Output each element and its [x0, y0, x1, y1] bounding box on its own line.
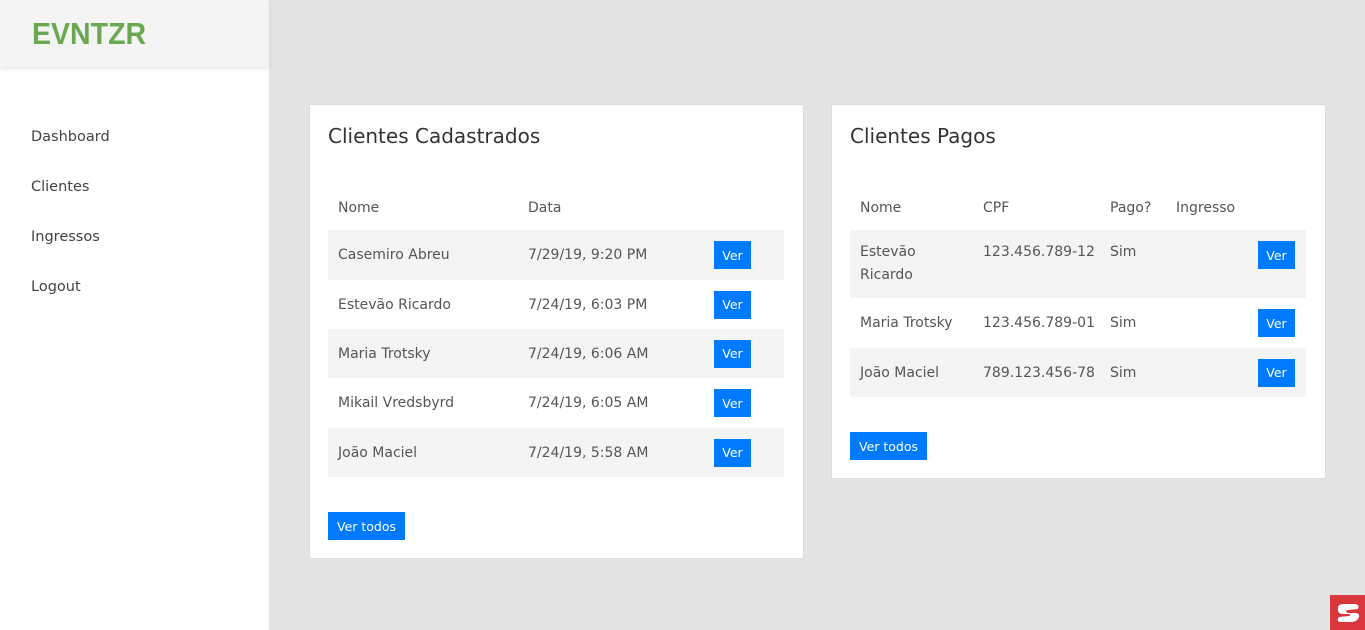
column-header-action: [704, 186, 784, 230]
column-header-action: [1246, 186, 1306, 230]
cell-pago: Sim: [1110, 244, 1137, 260]
cell-action: Ver: [704, 428, 784, 477]
ver-button[interactable]: Ver: [714, 339, 751, 368]
cell-action: Ver: [1246, 298, 1306, 348]
cell-data: 7/24/19, 5:58 AM: [528, 444, 649, 461]
column-header-cpf: CPF: [983, 200, 1010, 216]
cell-nome: Estevão Ricardo: [850, 230, 973, 298]
cell-nome: João Maciel: [338, 444, 418, 461]
cell-nome: Mikail Vredsbyrd: [338, 395, 455, 411]
table-row: Mikail Vredsbyrd 7/24/19, 6:05 AM Ver: [328, 378, 784, 428]
ver-button[interactable]: Ver: [714, 290, 751, 319]
cell-nome: Maria Trotsky: [860, 315, 953, 331]
cell-action: Ver: [704, 329, 784, 378]
cell-action: Ver: [1246, 230, 1306, 298]
cell-pago: Sim: [1110, 364, 1137, 381]
cell-nome: Maria Trotsky: [338, 345, 431, 362]
ver-todos-button[interactable]: Ver todos: [328, 512, 405, 540]
ver-button[interactable]: Ver: [714, 241, 751, 269]
table-row: Estevão Ricardo 7/24/19, 6:03 PM Ver: [328, 280, 784, 329]
column-header-nome: Nome: [338, 200, 380, 216]
brand-logo[interactable]: EVNTZR: [32, 16, 146, 52]
ver-button[interactable]: Ver: [1258, 309, 1295, 337]
ver-button[interactable]: Ver: [714, 389, 751, 417]
sidebar-nav: Dashboard Clientes Ingressos Logout: [0, 67, 269, 312]
table-header-row: Nome CPF Pago? Ingresso: [850, 186, 1306, 230]
clientes-pagos-table: Nome CPF Pago? Ingresso Estevão Ricardo …: [850, 186, 1306, 397]
cell-data: 7/24/19, 6:05 AM: [528, 395, 649, 411]
table-row: Casemiro Abreu 7/29/19, 9:20 PM Ver: [328, 230, 784, 280]
table-row: Maria Trotsky 123.456.789-01 Sim Ver: [850, 298, 1306, 348]
cell-cpf: 789.123.456-78: [983, 364, 1095, 381]
table-row: João Maciel 7/24/19, 5:58 AM Ver: [328, 428, 784, 477]
cell-nome: Estevão Ricardo: [338, 296, 451, 313]
chat-widget-button[interactable]: [1330, 595, 1365, 630]
cell-data: 7/29/19, 9:20 PM: [528, 247, 648, 263]
table-row: Maria Trotsky 7/24/19, 6:06 AM Ver: [328, 329, 784, 378]
ver-todos-button[interactable]: Ver todos: [850, 432, 927, 460]
cell-cpf: 123.456.789-12: [983, 244, 1095, 260]
clientes-cadastrados-table: Nome Data Casemiro Abreu 7/29/19, 9:20 P…: [328, 186, 784, 477]
column-header-ingresso: Ingresso: [1176, 200, 1236, 216]
cell-nome: João Maciel: [860, 364, 940, 381]
brand-header: EVNTZR: [0, 0, 269, 67]
sidebar-item-clientes[interactable]: Clientes: [0, 162, 269, 212]
column-header-data: Data: [528, 200, 562, 216]
cell-action: Ver: [704, 230, 784, 280]
card-title: Clientes Pagos: [850, 124, 996, 148]
table-row: João Maciel 789.123.456-78 Sim Ver: [850, 348, 1306, 397]
ver-button[interactable]: Ver: [714, 438, 751, 467]
chat-widget-icon: [1337, 603, 1359, 622]
column-header-pago: Pago?: [1110, 200, 1152, 216]
table-row: Estevão Ricardo 123.456.789-12 Sim Ver: [850, 230, 1306, 298]
ver-button[interactable]: Ver: [1258, 358, 1295, 387]
sidebar-item-ingressos[interactable]: Ingressos: [0, 212, 269, 262]
card-title: Clientes Cadastrados: [328, 124, 541, 148]
cell-ingresso: [1166, 348, 1246, 397]
cell-ingresso: [1166, 230, 1246, 298]
sidebar-item-dashboard[interactable]: Dashboard: [0, 112, 269, 162]
cell-data: 7/24/19, 6:06 AM: [528, 345, 649, 362]
sidebar-item-logout[interactable]: Logout: [0, 262, 269, 312]
cell-cpf: 123.456.789-01: [983, 315, 1095, 331]
column-header-nome: Nome: [860, 200, 902, 216]
cell-data: 7/24/19, 6:03 PM: [528, 296, 648, 313]
card-clientes-cadastrados: Clientes Cadastrados Nome Data Casemiro …: [309, 104, 804, 559]
cell-action: Ver: [1246, 348, 1306, 397]
sidebar: EVNTZR Dashboard Clientes Ingressos Logo…: [0, 0, 269, 630]
cell-pago: Sim: [1110, 315, 1137, 331]
ver-button[interactable]: Ver: [1258, 241, 1295, 269]
table-header-row: Nome Data: [328, 186, 784, 230]
cell-nome: Casemiro Abreu: [338, 247, 450, 263]
cell-action: Ver: [704, 378, 784, 428]
cell-ingresso: [1166, 298, 1246, 348]
cell-action: Ver: [704, 280, 784, 329]
card-clientes-pagos: Clientes Pagos Nome CPF Pago? Ingresso E…: [831, 104, 1326, 479]
cell-nome-text: Estevão Ricardo: [860, 244, 916, 283]
